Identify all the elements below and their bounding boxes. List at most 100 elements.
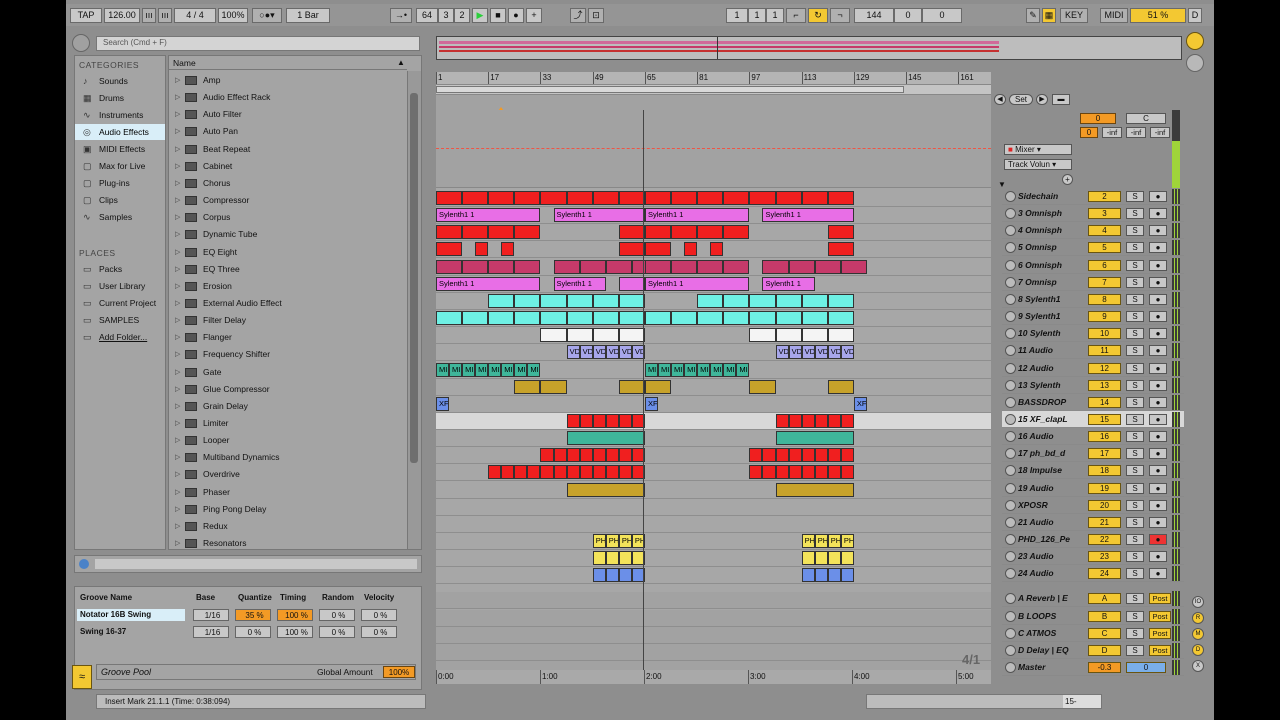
track-lane[interactable] bbox=[436, 190, 991, 207]
groove-header-velocity[interactable]: Velocity bbox=[361, 592, 401, 604]
track-name[interactable]: 18 Impulse bbox=[1018, 462, 1088, 479]
return-name[interactable]: A Reverb | E bbox=[1018, 590, 1088, 607]
punch-in-icon[interactable]: ⌐ bbox=[786, 8, 806, 23]
device-item[interactable]: ▷ Looper bbox=[169, 432, 409, 449]
sort-icon[interactable]: ▲ bbox=[397, 58, 405, 67]
track-header[interactable]: PHD_126_Pe 22 S ● bbox=[1002, 531, 1184, 548]
expand-icon[interactable]: ▷ bbox=[175, 346, 180, 363]
track-activator[interactable]: 24 bbox=[1088, 568, 1121, 580]
place-add-folder-[interactable]: ▭ Add Folder... bbox=[75, 329, 165, 345]
clip[interactable] bbox=[827, 242, 854, 257]
expand-icon[interactable]: ▷ bbox=[175, 501, 180, 518]
track-name[interactable]: 19 Audio bbox=[1018, 480, 1088, 497]
expand-icon[interactable]: ▷ bbox=[175, 484, 180, 501]
clip[interactable] bbox=[618, 311, 645, 326]
clip[interactable] bbox=[488, 225, 515, 240]
nudge-up-icon[interactable]: ııı bbox=[158, 8, 172, 23]
expand-icon[interactable]: ▷ bbox=[175, 72, 180, 89]
groove-header-random[interactable]: Random bbox=[319, 592, 359, 604]
track-header[interactable]: 12 Audio 12 S ● bbox=[1002, 360, 1184, 377]
return-lane[interactable] bbox=[436, 609, 991, 627]
overdub-icon[interactable]: ⊡ bbox=[588, 8, 604, 23]
clip[interactable] bbox=[540, 328, 567, 343]
next-locator-icon[interactable]: ▶ bbox=[1036, 94, 1048, 105]
track-activator[interactable]: 11 bbox=[1088, 345, 1121, 357]
clip[interactable] bbox=[749, 328, 776, 343]
track-play-icon[interactable] bbox=[1005, 499, 1016, 511]
loop-length-six[interactable]: 0 bbox=[922, 8, 962, 23]
clip[interactable] bbox=[827, 448, 841, 463]
clip[interactable] bbox=[436, 242, 463, 257]
solo-button[interactable]: S bbox=[1126, 644, 1144, 656]
track-header[interactable]: 7 Omnisp 7 S ● bbox=[1002, 274, 1184, 291]
clip[interactable]: XF bbox=[644, 396, 658, 411]
expand-icon[interactable]: ▷ bbox=[175, 106, 180, 123]
clip[interactable]: VD bbox=[814, 345, 828, 360]
clip[interactable] bbox=[801, 293, 828, 308]
clip[interactable] bbox=[840, 413, 854, 428]
clip[interactable] bbox=[697, 293, 724, 308]
clip[interactable] bbox=[723, 259, 750, 274]
solo-button[interactable]: S bbox=[1126, 242, 1144, 254]
track-play-icon[interactable] bbox=[1005, 431, 1016, 443]
clip[interactable]: PH bbox=[605, 534, 619, 548]
solo-button[interactable]: S bbox=[1126, 448, 1144, 460]
clip[interactable]: PH bbox=[592, 534, 606, 548]
clip[interactable] bbox=[840, 568, 854, 583]
master-name[interactable]: Master bbox=[1018, 659, 1088, 676]
track-activator[interactable]: 13 bbox=[1088, 379, 1121, 391]
record-arm-icon[interactable]: ● bbox=[1149, 311, 1167, 323]
track-lane[interactable]: PH PH PH PH PH PH PH PH bbox=[436, 533, 991, 550]
clip[interactable] bbox=[605, 551, 619, 566]
clip[interactable]: VD bbox=[592, 345, 606, 360]
solo-button[interactable]: S bbox=[1126, 379, 1144, 391]
quantize-menu[interactable]: 1 Bar bbox=[286, 8, 330, 23]
name-column-header[interactable]: Name bbox=[169, 56, 407, 70]
track-play-icon[interactable] bbox=[1005, 516, 1016, 528]
track-play-icon[interactable] bbox=[1005, 242, 1016, 254]
key-map-button[interactable]: KEY bbox=[1060, 8, 1088, 23]
clip[interactable] bbox=[710, 242, 724, 257]
device-item[interactable]: ▷ Frequency Shifter bbox=[169, 346, 409, 363]
follow-icon[interactable]: →• bbox=[390, 8, 412, 23]
track-activator[interactable]: 14 bbox=[1088, 396, 1121, 408]
clip[interactable] bbox=[592, 551, 606, 566]
clip[interactable] bbox=[788, 259, 815, 274]
track-lane[interactable] bbox=[436, 412, 991, 430]
category-clips[interactable]: ▢ Clips bbox=[75, 192, 165, 208]
track-activator[interactable]: 2 bbox=[1088, 191, 1121, 202]
track-play-icon[interactable] bbox=[1005, 276, 1016, 288]
expand-icon[interactable]: ▷ bbox=[175, 278, 180, 295]
solo-button[interactable]: S bbox=[1126, 610, 1144, 622]
record-icon[interactable]: ● bbox=[508, 8, 524, 23]
groove-cell[interactable]: 0 % bbox=[319, 626, 355, 638]
cue-field[interactable]: 0 bbox=[1080, 127, 1098, 138]
track-header[interactable]: 4 Omnisph 4 S ● bbox=[1002, 222, 1184, 240]
clip[interactable] bbox=[840, 448, 854, 463]
track-play-icon[interactable] bbox=[1005, 568, 1016, 580]
clip[interactable] bbox=[684, 242, 698, 257]
solo-button[interactable]: S bbox=[1126, 276, 1144, 288]
post-button[interactable]: Post bbox=[1149, 627, 1171, 639]
track-play-icon[interactable] bbox=[1005, 534, 1016, 545]
track-activator[interactable]: 18 bbox=[1088, 465, 1121, 477]
expand-icon[interactable]: ▷ bbox=[175, 466, 180, 483]
loop-start-six[interactable]: 1 bbox=[766, 8, 784, 23]
groove-cell[interactable]: 0 % bbox=[361, 626, 397, 638]
master-cue[interactable]: 0 bbox=[1126, 662, 1166, 674]
clip[interactable] bbox=[814, 568, 828, 583]
track-activator[interactable]: 5 bbox=[1088, 242, 1121, 254]
clip[interactable] bbox=[775, 448, 789, 463]
track-play-icon[interactable] bbox=[1005, 225, 1016, 237]
clip[interactable]: MI bbox=[462, 362, 476, 377]
record-arm-icon[interactable]: ● bbox=[1149, 396, 1167, 408]
clip[interactable]: VD bbox=[827, 345, 841, 360]
clip[interactable] bbox=[840, 465, 854, 480]
record-arm-icon[interactable]: ● bbox=[1149, 499, 1167, 511]
track-lane[interactable] bbox=[436, 430, 991, 448]
master-volume[interactable]: -0.3 bbox=[1088, 662, 1121, 674]
device-item[interactable]: ▷ Auto Filter bbox=[169, 106, 409, 123]
mixer-select[interactable]: ■ Mixer ▾ bbox=[1004, 144, 1072, 155]
track-name[interactable]: 8 Sylenth1 bbox=[1018, 291, 1088, 308]
clip[interactable] bbox=[723, 293, 750, 308]
